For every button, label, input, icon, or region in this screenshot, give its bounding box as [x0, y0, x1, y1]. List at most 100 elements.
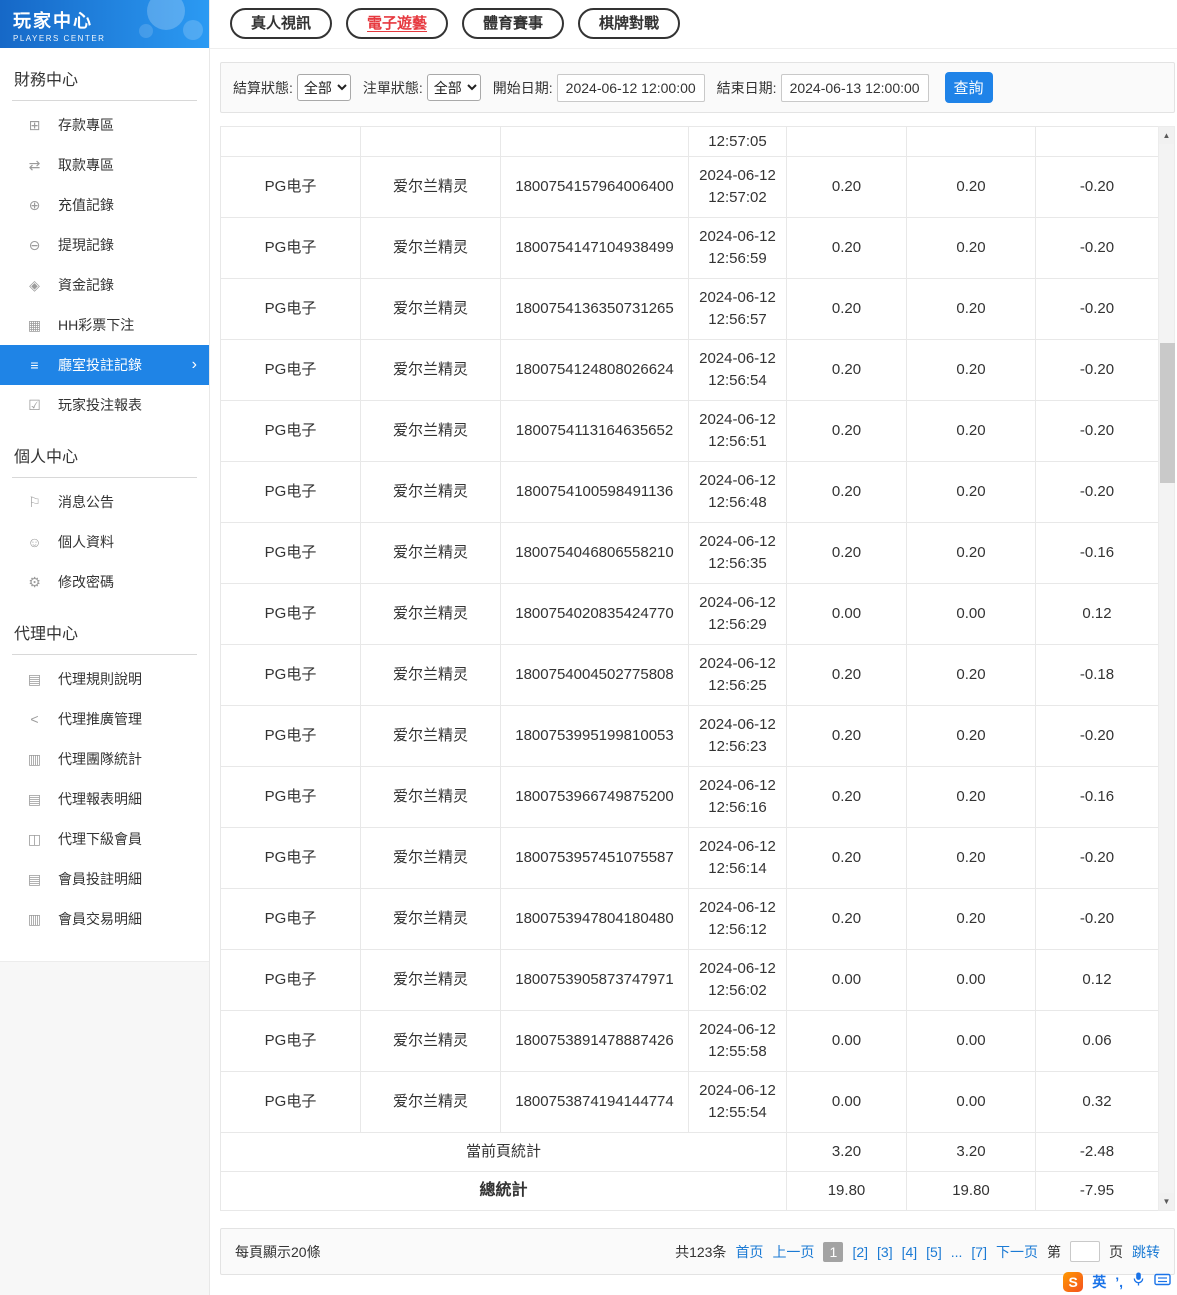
sidebar-item-label: 充值記錄	[58, 197, 114, 213]
cell-time: 2024-06-12 12:56:57	[688, 278, 787, 340]
pagination-bar: 每頁顯示20條 共123条 首页 上一页 1 [2] [3] [4] [5] .…	[220, 1228, 1175, 1275]
sidebar-item-label: 會員交易明細	[58, 911, 142, 927]
cell-game: 爱尔兰精灵	[360, 339, 501, 401]
cell-order-no: 1800754020835424770	[500, 583, 689, 645]
cell-valid-bet: 0.20	[906, 522, 1036, 584]
sidebar-item-change-password[interactable]: ⚙ 修改密碼	[0, 562, 209, 602]
sidebar-item-label: 修改密碼	[58, 574, 114, 590]
cell-game	[360, 126, 501, 157]
ime-language-toggle-icon[interactable]: 英	[1092, 1272, 1106, 1292]
cell-order-no: 1800753995199810053	[500, 705, 689, 767]
end-date-input[interactable]	[780, 73, 929, 102]
cell-time: 2024-06-12 12:56:54	[688, 339, 787, 401]
sidebar-item-label: 會員投註明細	[58, 871, 142, 887]
sidebar-item-agent-rules[interactable]: ▤ 代理規則說明	[0, 659, 209, 699]
cell-order-no: 1800753957451075587	[500, 827, 689, 889]
sidebar-item-agent-team-stats[interactable]: ▥ 代理團隊統計	[0, 739, 209, 779]
tab-electronic-games[interactable]: 電子遊藝	[346, 8, 449, 39]
cell-bet: 0.20	[786, 339, 907, 401]
cell-bet: 0.20	[786, 278, 907, 340]
sogou-input-logo-icon[interactable]: S	[1063, 1271, 1084, 1292]
table-row: PG电子 爱尔兰精灵 1800753891478887426 2024-06-1…	[220, 1010, 1159, 1072]
cell-order-no: 1800754124808026624	[500, 339, 689, 401]
jump-button[interactable]: 跳转	[1132, 1242, 1160, 1262]
table-row: PG电子 爱尔兰精灵 1800754020835424770 2024-06-1…	[220, 583, 1159, 645]
cell-game: 爱尔兰精灵	[360, 278, 501, 340]
cell-profit: -0.20	[1035, 400, 1159, 462]
total-count-text: 共123条	[675, 1243, 727, 1260]
sidebar-item-label: 個人資料	[58, 534, 114, 550]
summary-total-valid-bet: 19.80	[906, 1171, 1036, 1211]
cell-platform: PG电子	[220, 1010, 361, 1072]
summary-row-total: 總統計 19.80 19.80 -7.95	[220, 1171, 1159, 1211]
sidebar-item-label: 取款專區	[58, 157, 114, 173]
cell-valid-bet: 0.20	[906, 217, 1036, 279]
start-date-input[interactable]	[556, 73, 705, 102]
sidebar-item-withdraw[interactable]: ⇄ 取款專區	[0, 145, 209, 185]
cell-game: 爱尔兰精灵	[360, 156, 501, 218]
ime-keyboard-icon[interactable]	[1154, 1272, 1171, 1292]
sidebar-item-fund-records[interactable]: ◈ 資金記錄	[0, 265, 209, 305]
summary-total-profit: -7.95	[1035, 1171, 1159, 1211]
sidebar-item-room-bet-records[interactable]: ≡ 廳室投註記錄 ›	[0, 345, 209, 385]
summary-total-bet: 19.80	[786, 1171, 907, 1211]
cell-platform: PG电子	[220, 339, 361, 401]
sidebar-item-player-bet-report[interactable]: ☑ 玩家投注報表	[0, 385, 209, 425]
cell-profit: 0.06	[1035, 1010, 1159, 1072]
sidebar-item-cashout-records[interactable]: ⊖ 提現記錄	[0, 225, 209, 265]
cell-platform: PG电子	[220, 522, 361, 584]
summary-current-label: 當前頁統計	[220, 1132, 787, 1172]
page-link-5[interactable]: [5]	[926, 1244, 942, 1260]
page-link-2[interactable]: [2]	[852, 1244, 868, 1260]
ime-tray: S 英 ’,	[1063, 1271, 1171, 1292]
tab-live-video[interactable]: 真人視訊	[230, 8, 333, 39]
settle-status-select[interactable]: 全部	[296, 74, 351, 101]
agent-rules-doc-icon: ▤	[27, 670, 42, 687]
cell-bet: 0.20	[786, 400, 907, 462]
sidebar-item-member-bet-detail[interactable]: ▤ 會員投註明細	[0, 859, 209, 899]
scrollbar-thumb[interactable]	[1160, 343, 1175, 483]
cell-valid-bet: 0.20	[906, 644, 1036, 706]
member-transaction-detail-icon: ▥	[27, 910, 42, 927]
cell-valid-bet	[906, 126, 1036, 157]
order-status-select[interactable]: 全部	[426, 74, 481, 101]
scrollbar-down-arrow[interactable]: ▼	[1159, 1193, 1174, 1210]
search-button[interactable]: 查詢	[944, 72, 993, 103]
page-link-4[interactable]: [4]	[902, 1244, 918, 1260]
settle-status-label: 結算狀態:	[233, 79, 293, 96]
first-page-link[interactable]: 首页	[735, 1242, 763, 1262]
cell-platform: PG电子	[220, 278, 361, 340]
cell-time: 2024-06-12 12:56:02	[688, 949, 787, 1011]
prev-page-link[interactable]: 上一页	[772, 1242, 814, 1262]
sidebar-item-profile[interactable]: ☺ 個人資料	[0, 522, 209, 562]
sidebar-item-hh-lottery-bet[interactable]: ▦ HH彩票下注	[0, 305, 209, 345]
cell-time: 2024-06-12 12:56:29	[688, 583, 787, 645]
sidebar-item-announcements[interactable]: ⚐ 消息公告	[0, 482, 209, 522]
start-date-label: 開始日期:	[492, 79, 553, 96]
cell-bet: 0.20	[786, 705, 907, 767]
vertical-scrollbar[interactable]: ▲ ▼	[1158, 126, 1175, 1211]
cell-bet: 0.20	[786, 461, 907, 523]
tab-board-card-games[interactable]: 棋牌對戰	[578, 8, 681, 39]
agent-sub-members-icon: ◫	[27, 830, 42, 847]
sidebar-item-member-transaction-detail[interactable]: ▥ 會員交易明細	[0, 899, 209, 939]
scrollbar-up-arrow[interactable]: ▲	[1159, 127, 1174, 144]
page-link-3[interactable]: [3]	[877, 1244, 893, 1260]
sidebar-item-deposit[interactable]: ⊞ 存款專區	[0, 105, 209, 145]
sidebar-item-agent-sub-members[interactable]: ◫ 代理下級會員	[0, 819, 209, 859]
tab-sports-events[interactable]: 體育賽事	[462, 8, 565, 39]
sidebar-item-agent-promotion[interactable]: < 代理推廣管理	[0, 699, 209, 739]
cell-time: 2024-06-12 12:56:12	[688, 888, 787, 950]
cell-valid-bet: 0.20	[906, 461, 1036, 523]
summary-current-valid-bet: 3.20	[906, 1132, 1036, 1172]
jump-page-input[interactable]	[1070, 1241, 1100, 1262]
ime-microphone-icon[interactable]	[1132, 1271, 1145, 1292]
ime-punctuation-icon[interactable]: ’,	[1115, 1272, 1123, 1292]
sidebar-item-agent-report-detail[interactable]: ▤ 代理報表明細	[0, 779, 209, 819]
chevron-right-icon: ›	[191, 356, 197, 373]
profile-user-icon: ☺	[27, 534, 42, 550]
table-row: PG电子 爱尔兰精灵 1800753966749875200 2024-06-1…	[220, 766, 1159, 828]
sidebar-item-recharge-records[interactable]: ⊕ 充值記錄	[0, 185, 209, 225]
next-page-link[interactable]: 下一页	[996, 1242, 1038, 1262]
page-link-7[interactable]: [7]	[971, 1244, 987, 1260]
